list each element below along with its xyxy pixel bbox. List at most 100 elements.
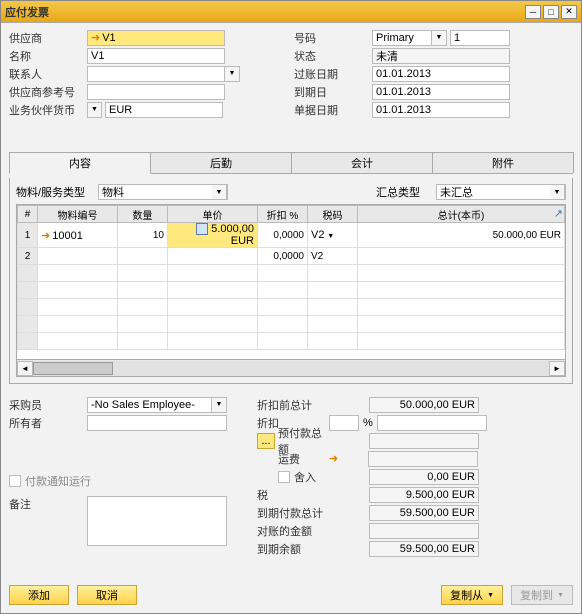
posting-date-label: 过账日期 bbox=[294, 66, 372, 82]
cell-tax[interactable]: V2 ▼ bbox=[308, 223, 358, 248]
bp-currency-dropdown-icon[interactable]: ▼ bbox=[87, 102, 102, 118]
number-series-field[interactable]: Primary bbox=[372, 30, 432, 46]
owner-label: 所有者 bbox=[9, 415, 87, 431]
copy-to-button: 复制到 ▼ bbox=[511, 585, 573, 605]
summary-type-label: 汇总类型 bbox=[376, 184, 432, 200]
name-field[interactable]: V1 bbox=[87, 48, 225, 64]
downpay-value bbox=[369, 433, 479, 449]
rounding-label: 舍入 bbox=[294, 469, 329, 485]
tab-strip: 内容 后勤 会计 附件 bbox=[9, 152, 573, 174]
summary-type-dropdown-icon[interactable]: ▼ bbox=[550, 184, 565, 200]
table-row[interactable] bbox=[18, 316, 565, 333]
add-button[interactable]: 添加 bbox=[9, 585, 69, 605]
cell-qty[interactable] bbox=[118, 248, 168, 265]
scroll-thumb[interactable] bbox=[33, 362, 113, 375]
vendor-field[interactable]: ➜V1 bbox=[87, 30, 225, 46]
grid-horizontal-scrollbar[interactable]: ◄ ► bbox=[16, 360, 566, 377]
cell-item[interactable]: ➜10001 bbox=[38, 223, 118, 248]
tab-content[interactable]: 内容 bbox=[9, 152, 151, 174]
col-price[interactable]: 单价 bbox=[168, 206, 258, 223]
remarks-field[interactable] bbox=[87, 496, 227, 546]
balance-value: 59.500,00 EUR bbox=[369, 541, 479, 557]
doc-date-label: 单据日期 bbox=[294, 102, 372, 118]
table-row[interactable] bbox=[18, 265, 565, 282]
tab-accounting[interactable]: 会计 bbox=[291, 152, 433, 173]
table-row[interactable]: 1 ➜10001 10 5.000,00 EUR 0,0000 V2 ▼ 50.… bbox=[18, 223, 565, 248]
freight-value bbox=[368, 451, 478, 467]
applied-label: 对账的金额 bbox=[257, 523, 329, 539]
buyer-dropdown-icon[interactable]: ▼ bbox=[212, 397, 227, 413]
summary-type-select[interactable]: 未汇总▼ bbox=[436, 184, 566, 200]
chevron-down-icon[interactable]: ▼ bbox=[327, 233, 334, 240]
grid-header-row: # 物料编号 数量 单价 折扣 % 税码 总计(本币) bbox=[18, 206, 565, 223]
cancel-button[interactable]: 取消 bbox=[77, 585, 137, 605]
contact-field[interactable] bbox=[87, 66, 225, 82]
col-qty[interactable]: 数量 bbox=[118, 206, 168, 223]
posting-date-field[interactable]: 01.01.2013 bbox=[372, 66, 510, 82]
scroll-track[interactable] bbox=[33, 361, 549, 376]
owner-field[interactable] bbox=[87, 415, 227, 431]
cell-tax[interactable]: V2 bbox=[308, 248, 358, 265]
table-row[interactable] bbox=[18, 282, 565, 299]
scroll-right-icon[interactable]: ► bbox=[549, 361, 565, 376]
vendor-label: 供应商 bbox=[9, 30, 87, 46]
before-disc-value: 50.000,00 EUR bbox=[369, 397, 479, 413]
scroll-left-icon[interactable]: ◄ bbox=[17, 361, 33, 376]
cell-price[interactable] bbox=[168, 248, 258, 265]
payment-run-checkbox[interactable] bbox=[9, 475, 21, 487]
before-disc-label: 折扣前总计 bbox=[257, 397, 329, 413]
discount-pct-field[interactable] bbox=[329, 415, 359, 431]
window-title: 应付发票 bbox=[5, 4, 523, 20]
status-label: 状态 bbox=[294, 48, 372, 64]
cell-total bbox=[358, 248, 565, 265]
cell-qty[interactable]: 10 bbox=[118, 223, 168, 248]
table-row[interactable]: 2 0,0000 V2 bbox=[18, 248, 565, 265]
number-value-field[interactable]: 1 bbox=[450, 30, 510, 46]
link-arrow-icon[interactable]: ➜ bbox=[329, 452, 338, 465]
buyer-field[interactable]: -No Sales Employee- bbox=[87, 397, 212, 413]
col-total[interactable]: 总计(本币) bbox=[358, 206, 565, 223]
table-row[interactable] bbox=[18, 299, 565, 316]
title-bar: 应付发票 ─ □ ✕ bbox=[1, 1, 581, 23]
cell-disc[interactable]: 0,0000 bbox=[258, 248, 308, 265]
due-date-label: 到期日 bbox=[294, 84, 372, 100]
contact-dropdown-icon[interactable]: ▼ bbox=[225, 66, 240, 82]
rounding-checkbox[interactable] bbox=[278, 471, 290, 483]
chevron-down-icon: ▼ bbox=[557, 592, 564, 599]
table-row[interactable] bbox=[18, 333, 565, 350]
number-series-dropdown-icon[interactable]: ▼ bbox=[432, 30, 447, 46]
payment-due-value: 59.500,00 EUR bbox=[369, 505, 479, 521]
copy-from-button[interactable]: 复制从 ▼ bbox=[441, 585, 503, 605]
buyer-label: 采购员 bbox=[9, 397, 87, 413]
col-disc[interactable]: 折扣 % bbox=[258, 206, 308, 223]
tab-attachments[interactable]: 附件 bbox=[432, 152, 574, 173]
maximize-button[interactable]: □ bbox=[543, 5, 559, 19]
link-arrow-icon[interactable]: ➜ bbox=[91, 31, 100, 44]
contact-label: 联系人 bbox=[9, 66, 87, 82]
items-grid[interactable]: ↗ # 物料编号 数量 单价 折扣 % 税码 总计(本币) 1 ➜10001 bbox=[16, 204, 566, 360]
tab-logistics[interactable]: 后勤 bbox=[150, 152, 292, 173]
close-button[interactable]: ✕ bbox=[561, 5, 577, 19]
downpay-picker-button[interactable]: ... bbox=[257, 433, 275, 449]
vendor-ref-field[interactable] bbox=[87, 84, 225, 100]
calculator-icon[interactable] bbox=[196, 223, 208, 235]
link-arrow-icon[interactable]: ➜ bbox=[41, 230, 50, 242]
col-item-no[interactable]: 物料编号 bbox=[38, 206, 118, 223]
cell-item[interactable] bbox=[38, 248, 118, 265]
expand-grid-icon[interactable]: ↗ bbox=[554, 207, 563, 220]
discount-value-field[interactable] bbox=[377, 415, 487, 431]
freight-label: 运费 bbox=[278, 451, 329, 467]
col-num[interactable]: # bbox=[18, 206, 38, 223]
cell-price[interactable]: 5.000,00 EUR bbox=[168, 223, 258, 248]
doc-date-field[interactable]: 01.01.2013 bbox=[372, 102, 510, 118]
bp-currency-field[interactable]: EUR bbox=[105, 102, 223, 118]
due-date-field[interactable]: 01.01.2013 bbox=[372, 84, 510, 100]
balance-label: 到期余额 bbox=[257, 541, 329, 557]
item-type-select[interactable]: 物料▼ bbox=[98, 184, 228, 200]
cell-disc[interactable]: 0,0000 bbox=[258, 223, 308, 248]
item-type-dropdown-icon[interactable]: ▼ bbox=[212, 184, 227, 200]
cell-total: 50.000,00 EUR bbox=[358, 223, 565, 248]
item-type-label: 物料/服务类型 bbox=[16, 184, 94, 200]
minimize-button[interactable]: ─ bbox=[525, 5, 541, 19]
col-tax[interactable]: 税码 bbox=[308, 206, 358, 223]
